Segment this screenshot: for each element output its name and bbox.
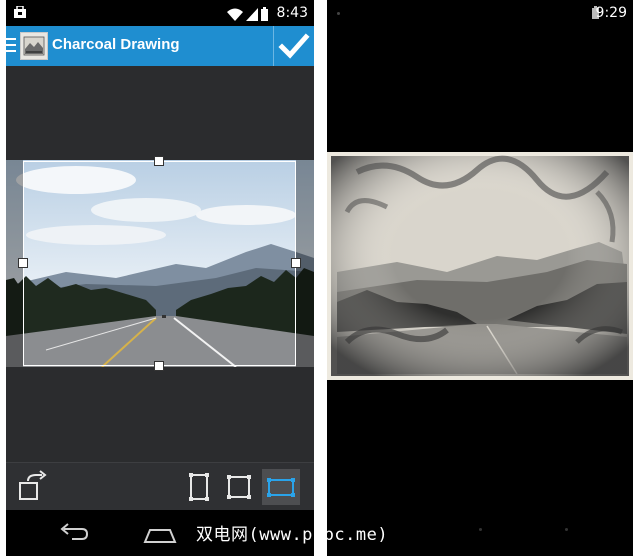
back-button[interactable] bbox=[54, 520, 94, 546]
crop-landscape-button[interactable] bbox=[262, 469, 300, 505]
charcoal-drawing-result bbox=[327, 152, 633, 380]
nav-dot bbox=[565, 528, 568, 531]
crop-toolbar bbox=[6, 462, 314, 511]
crop-square-button[interactable] bbox=[220, 469, 258, 505]
crop-handle-bottom[interactable] bbox=[154, 361, 164, 371]
status-bar: 8:43 bbox=[6, 0, 314, 26]
status-time: 9:29 bbox=[595, 5, 627, 21]
photo-crop-area[interactable] bbox=[6, 156, 314, 371]
crop-landscape-icon bbox=[267, 478, 295, 497]
charcoal-thumbnail-icon bbox=[23, 36, 45, 56]
app-thumbnail[interactable] bbox=[20, 32, 48, 60]
bag-icon bbox=[14, 6, 26, 18]
charcoal-drawing-image bbox=[327, 152, 633, 380]
crop-handle-left[interactable] bbox=[18, 258, 28, 268]
rotate-button[interactable] bbox=[12, 469, 50, 505]
checkmark-icon bbox=[278, 33, 310, 59]
status-icons bbox=[227, 5, 268, 21]
watermark-text: 双电网(www.pcpc.me) bbox=[196, 525, 389, 545]
right-phone-screen: 9:29 bbox=[327, 0, 633, 556]
hamburger-icon[interactable] bbox=[6, 34, 16, 58]
home-button[interactable] bbox=[140, 520, 180, 546]
home-icon bbox=[143, 529, 177, 543]
status-dot bbox=[337, 12, 340, 15]
rotate-icon bbox=[19, 470, 47, 500]
crop-handle-right[interactable] bbox=[291, 258, 301, 268]
action-bar: Charcoal Drawing bbox=[6, 26, 314, 66]
status-bar: 9:29 bbox=[327, 0, 633, 26]
crop-square-icon bbox=[227, 475, 251, 499]
status-time: 8:43 bbox=[276, 5, 308, 21]
app-title: Charcoal Drawing bbox=[52, 36, 180, 53]
battery-icon bbox=[261, 7, 268, 21]
back-icon bbox=[60, 523, 89, 540]
crop-handle-top[interactable] bbox=[154, 156, 164, 166]
crop-frame[interactable] bbox=[23, 161, 296, 366]
crop-portrait-icon bbox=[189, 473, 209, 501]
crop-portrait-button[interactable] bbox=[180, 469, 218, 505]
signal-icon bbox=[246, 8, 258, 21]
confirm-button[interactable] bbox=[273, 26, 314, 66]
wifi-icon bbox=[227, 8, 243, 21]
nav-dot bbox=[479, 528, 482, 531]
left-phone-screen: 8:43 Charcoal Drawing bbox=[6, 0, 314, 556]
